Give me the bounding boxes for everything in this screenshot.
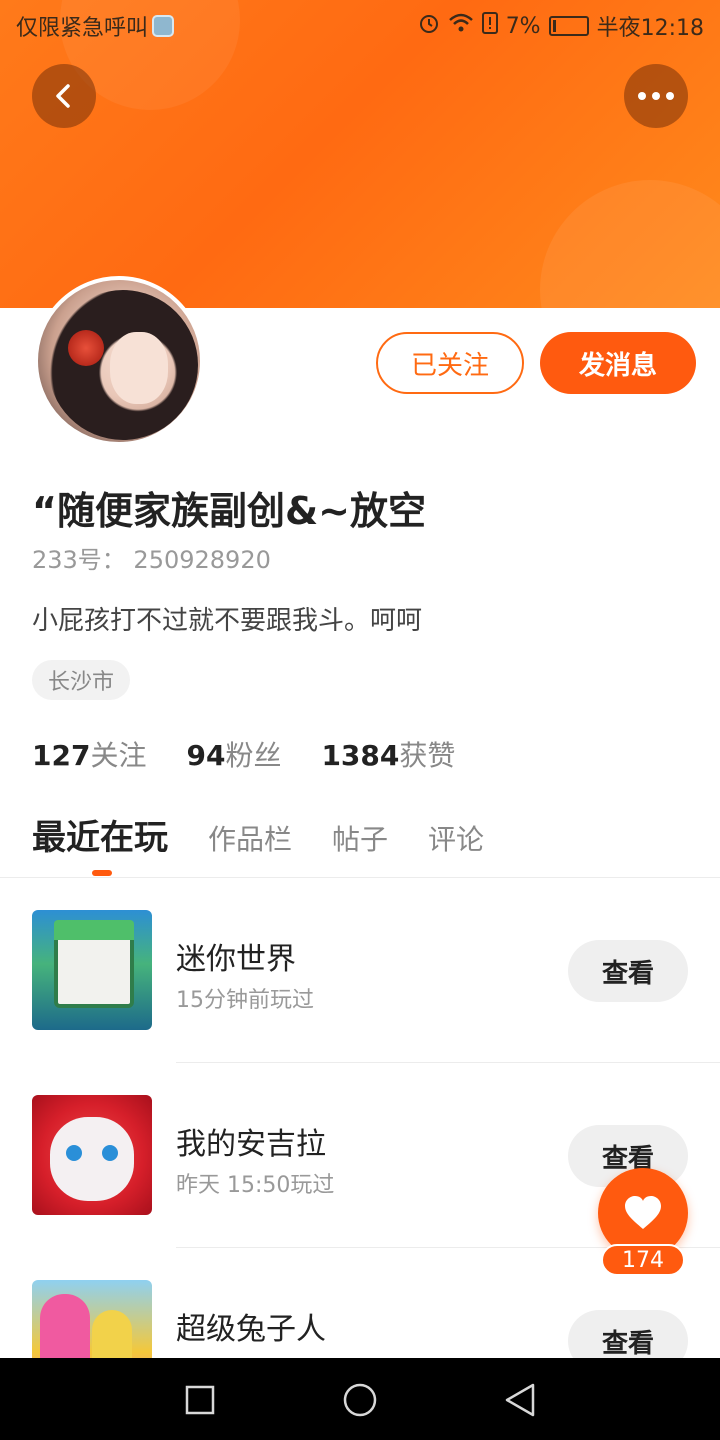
game-icon <box>32 1095 152 1215</box>
game-name: 迷你世界 <box>176 942 296 977</box>
tab-recently-played[interactable]: 最近在玩 <box>32 810 168 859</box>
chevron-left-icon <box>56 84 70 108</box>
like-count-badge: 174 <box>601 1244 685 1276</box>
avatar-face <box>110 332 168 404</box>
shield-icon <box>152 15 175 37</box>
header-decoration <box>540 180 720 308</box>
played-time: 昨天 15:50玩过 <box>176 1173 335 1198</box>
list-item[interactable]: 迷你世界 15分钟前玩过 查看 <box>0 878 720 1063</box>
battery-percent: 7% <box>505 13 541 39</box>
profile-tabs: 最近在玩 作品栏 帖子 评论 <box>32 810 484 859</box>
home-button[interactable] <box>338 1378 382 1422</box>
view-button[interactable]: 查看 <box>568 1310 688 1358</box>
stat-following[interactable]: 127关注 <box>32 734 146 774</box>
game-icon <box>32 910 152 1030</box>
alarm-icon <box>418 12 440 40</box>
system-nav-bar <box>0 1358 720 1440</box>
username: “随便家族副创&~放空 <box>32 489 426 533</box>
status-bar: 仅限紧急呼叫 7% 半夜12:18 <box>0 0 720 50</box>
avatar[interactable] <box>34 276 204 446</box>
stat-fans[interactable]: 94粉丝 <box>186 734 281 774</box>
heart-icon <box>625 1196 661 1229</box>
wifi-icon <box>448 12 474 40</box>
avatar-flower <box>68 330 104 366</box>
carrier-text: 仅限紧急呼叫 <box>16 16 149 41</box>
user-id: 233号： 250928920 <box>32 546 271 574</box>
system-back-button[interactable] <box>498 1378 542 1422</box>
recent-apps-icon <box>185 1385 215 1415</box>
location-tag: 长沙市 <box>32 660 131 700</box>
clock: 半夜12:18 <box>596 16 704 41</box>
back-triangle-icon <box>505 1383 535 1417</box>
game-name: 我的安吉拉 <box>176 1127 326 1162</box>
sim-alert-icon <box>481 12 498 40</box>
tab-works[interactable]: 作品栏 <box>208 818 292 858</box>
stat-likes: 1384获赞 <box>321 739 456 772</box>
battery-icon <box>548 16 589 36</box>
more-dots-icon <box>638 92 674 100</box>
tab-posts[interactable]: 帖子 <box>332 818 388 858</box>
more-button[interactable] <box>624 64 688 128</box>
back-button[interactable] <box>32 64 96 128</box>
recently-played-list: 迷你世界 15分钟前玩过 查看 我的安吉拉 昨天 15:50玩过 查看 超级兔子… <box>0 878 720 1358</box>
tab-comments[interactable]: 评论 <box>428 818 484 858</box>
played-time: 15分钟前玩过 <box>176 988 314 1013</box>
user-bio: 小屁孩打不过就不要跟我斗。呵呵 <box>32 606 423 636</box>
view-button[interactable]: 查看 <box>568 940 688 1002</box>
active-tab-indicator <box>92 870 112 876</box>
game-icon <box>32 1280 152 1358</box>
send-message-button[interactable]: 发消息 <box>540 332 696 394</box>
home-icon <box>343 1383 377 1417</box>
profile-stats: 127关注 94粉丝 1384获赞 <box>32 734 455 774</box>
game-name: 超级兔子人 <box>176 1312 326 1347</box>
recent-apps-button[interactable] <box>178 1378 222 1422</box>
followed-button[interactable]: 已关注 <box>376 332 524 394</box>
